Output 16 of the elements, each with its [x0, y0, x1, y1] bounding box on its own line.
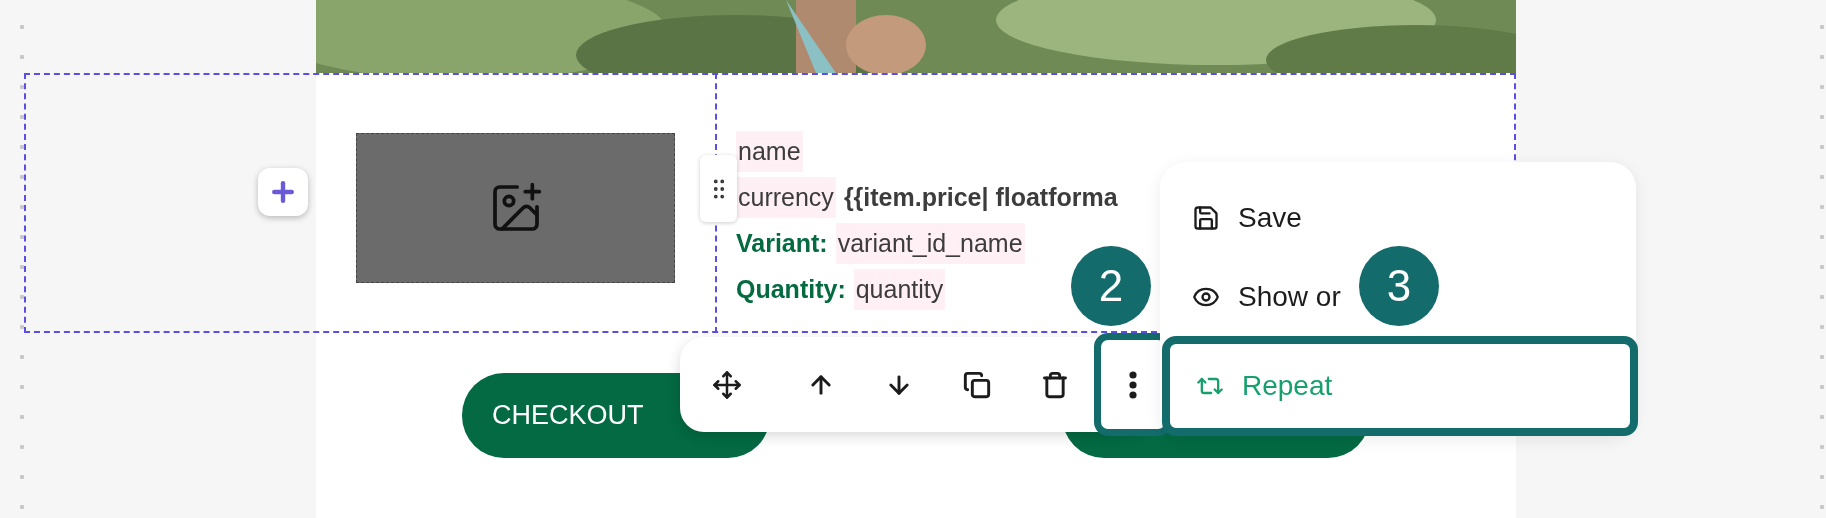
field-label: Quantity:	[736, 274, 846, 304]
save-icon	[1192, 203, 1220, 232]
copy-icon	[963, 370, 991, 399]
field-label: Variant:	[736, 228, 828, 258]
menu-item[interactable]: Save	[1160, 178, 1310, 257]
drag-handle[interactable]	[700, 155, 737, 222]
merge-tag: variant_id_name	[835, 222, 1025, 264]
trash-icon	[1041, 370, 1069, 399]
merge-tag: name	[736, 130, 803, 172]
template-expression: {{item.price| floatforma	[843, 182, 1118, 212]
more-icon	[1129, 370, 1137, 399]
merge-tag: quantity	[853, 268, 946, 310]
menu-item[interactable]: Show or	[1160, 257, 1349, 337]
add-button[interactable]	[258, 168, 308, 216]
merge-tag: currency	[736, 176, 836, 218]
move-icon	[712, 369, 742, 400]
